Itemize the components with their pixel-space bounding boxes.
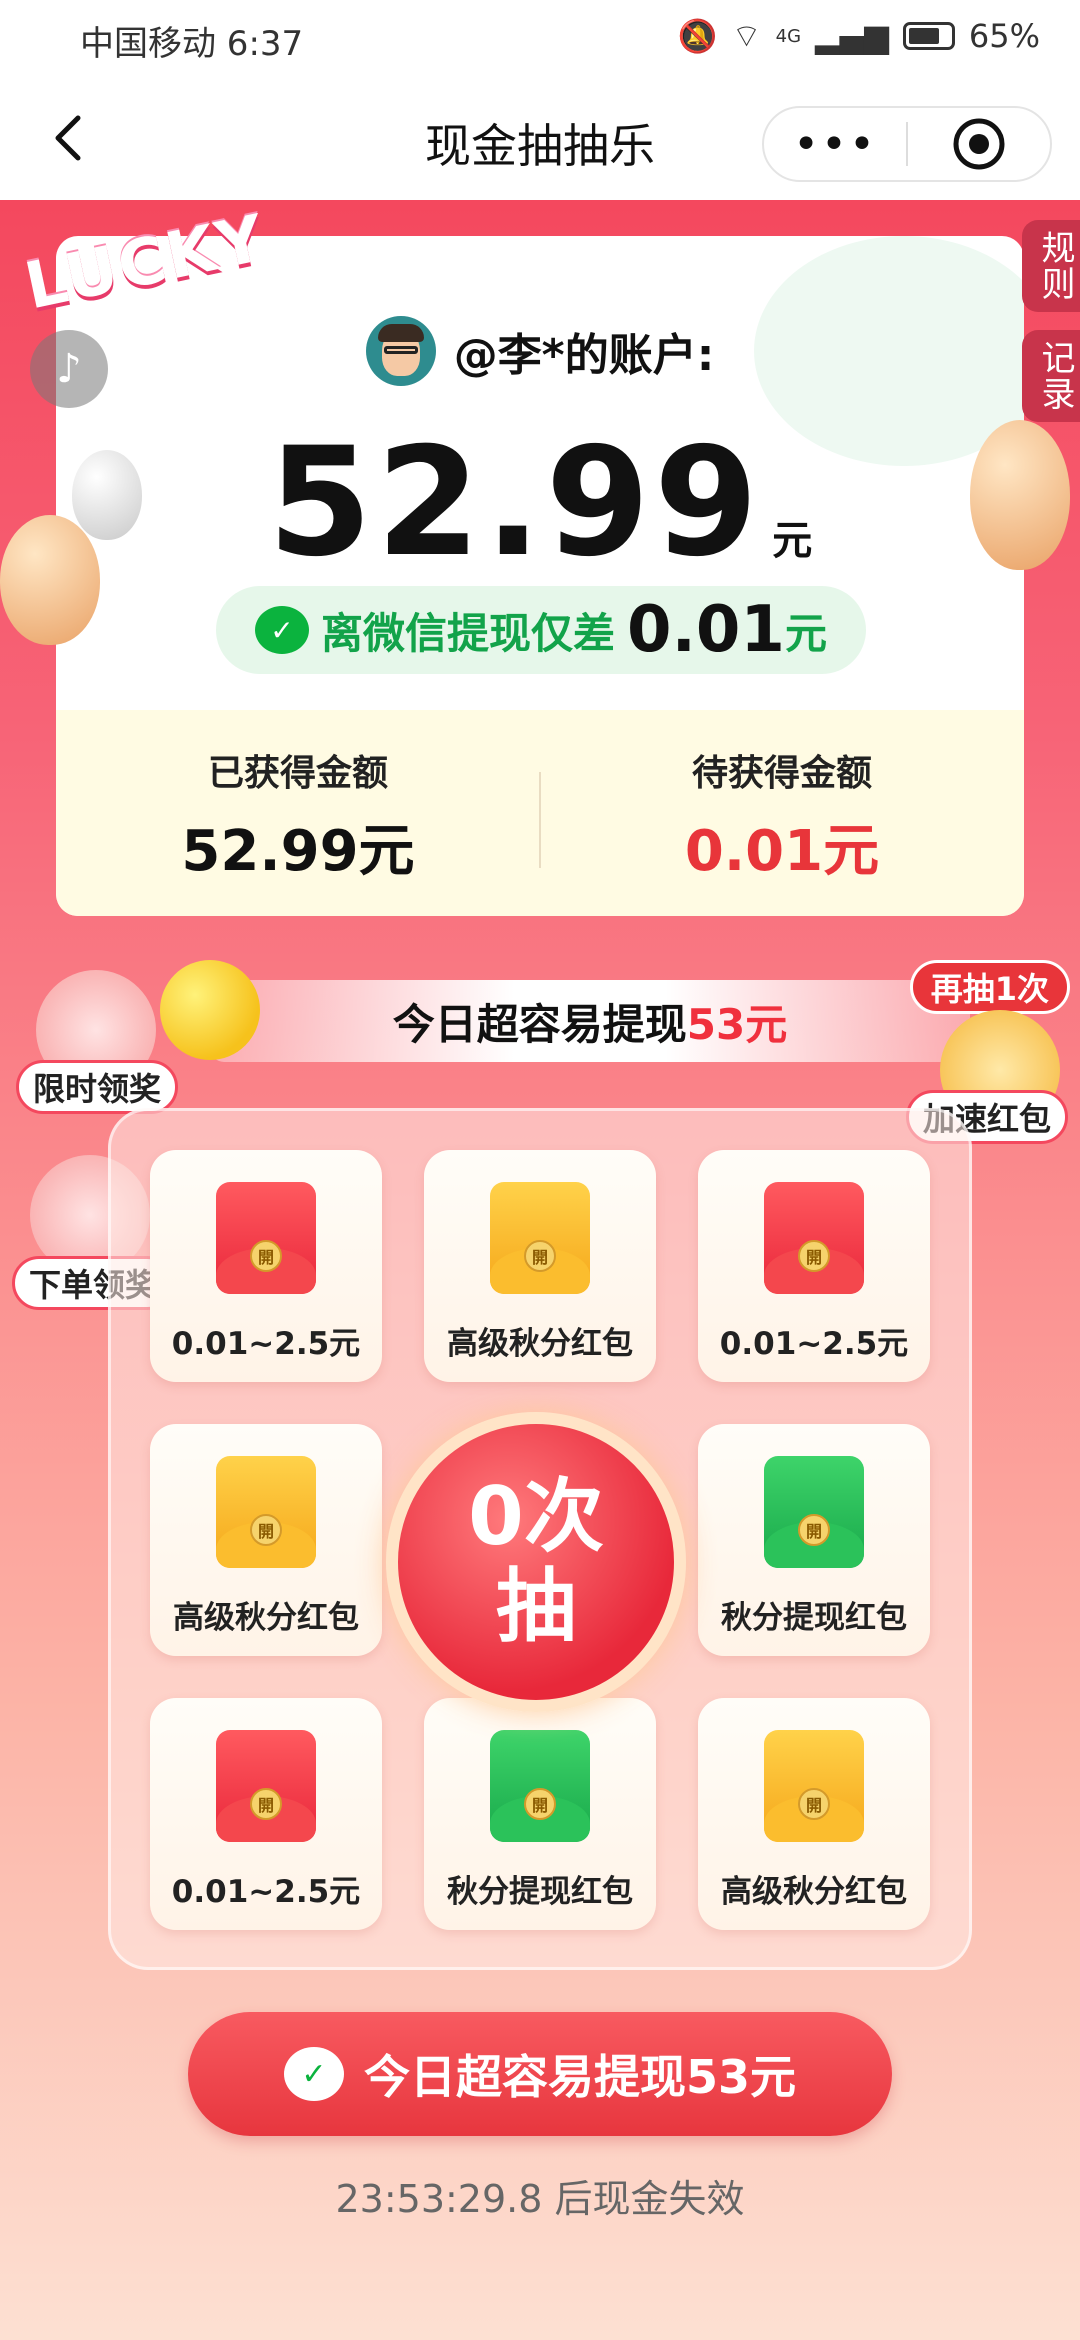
gap-value: 0.01 bbox=[627, 593, 785, 667]
music-note-icon[interactable]: ♪ bbox=[30, 330, 108, 408]
main-area: @李*的账户: 52.99 元 ✓ 离微信提现仅差 0.01 元 已获得金额 52… bbox=[0, 200, 1080, 2340]
gold-envelope-icon: 開 bbox=[216, 1456, 316, 1568]
signal-label: 4G bbox=[775, 25, 802, 47]
balance-unit: 元 bbox=[772, 518, 813, 564]
prize-cell[interactable]: 開 秋分提现红包 bbox=[698, 1424, 930, 1656]
draw-button[interactable]: 0次 抽 bbox=[386, 1412, 686, 1712]
battery-icon bbox=[902, 22, 955, 50]
red-envelope-icon: 開 bbox=[764, 1182, 864, 1294]
prize-cell[interactable]: 開 0.01~2.5元 bbox=[698, 1150, 930, 1382]
records-tab[interactable]: 记录 bbox=[1022, 330, 1080, 422]
banner-text: 今日超容易提现53元 bbox=[392, 999, 788, 1049]
red-envelope-icon: 開 bbox=[216, 1730, 316, 1842]
countdown-text: 23:53:29.8 后现金失效 bbox=[335, 2177, 745, 2221]
status-bar: 中国移动 6:37 🔕 ⌔ 4G ▂▄▆ 65% bbox=[0, 0, 1080, 76]
battery-percent: 65% bbox=[968, 17, 1040, 55]
withdraw-gap-pill: ✓ 离微信提现仅差 0.01 元 bbox=[216, 586, 866, 674]
wechat-icon: ✓ bbox=[255, 606, 310, 654]
prize-label: 高级秋分红包 bbox=[173, 1600, 359, 1636]
mini-program-capsule: ••• bbox=[762, 106, 1052, 182]
balloon-icon bbox=[72, 450, 142, 540]
withdraw-button[interactable]: ✓ 今日超容易提现53元 bbox=[188, 2012, 892, 2136]
wechat-icon: ✓ bbox=[283, 2047, 344, 2101]
draw-count: 0次 bbox=[468, 1470, 604, 1563]
balloon-icon bbox=[970, 420, 1070, 570]
prize-cell[interactable]: 開 高级秋分红包 bbox=[150, 1424, 382, 1656]
gap-prefix: 离微信提现仅差 bbox=[321, 608, 616, 658]
party-emoji-icon bbox=[160, 960, 260, 1060]
more-button[interactable]: ••• bbox=[764, 119, 906, 170]
prize-label: 高级秋分红包 bbox=[447, 1326, 633, 1362]
nav-bar: 现金抽抽乐 ••• bbox=[0, 76, 1080, 200]
avatar bbox=[365, 316, 436, 386]
withdraw-label: 今日超容易提现53元 bbox=[363, 2050, 796, 2104]
prize-label: 高级秋分红包 bbox=[721, 1874, 907, 1910]
limited-reward-button[interactable]: 限时领奖 bbox=[16, 1060, 179, 1114]
prize-label: 0.01~2.5元 bbox=[719, 1326, 909, 1362]
prize-cell[interactable]: 開 秋分提现红包 bbox=[424, 1698, 656, 1930]
pending-stat: 待获得金额 0.01元 bbox=[540, 710, 1024, 916]
prize-label: 秋分提现红包 bbox=[721, 1600, 907, 1636]
balance-amount: 52.99 bbox=[267, 416, 763, 590]
account-row: @李*的账户: bbox=[56, 316, 1024, 386]
prize-cell[interactable]: 開 0.01~2.5元 bbox=[150, 1150, 382, 1382]
close-button[interactable] bbox=[908, 116, 1050, 172]
promo-banner: 今日超容易提现53元 bbox=[210, 980, 970, 1062]
gold-envelope-icon: 開 bbox=[490, 1182, 590, 1294]
prize-cell[interactable]: 開 高级秋分红包 bbox=[424, 1150, 656, 1382]
balance: 52.99 元 bbox=[56, 416, 1024, 590]
earned-stat: 已获得金额 52.99元 bbox=[56, 710, 540, 916]
green-envelope-icon: 開 bbox=[764, 1456, 864, 1568]
status-icons: 🔕 ⌔ 4G ▂▄▆ 65% bbox=[678, 16, 1040, 56]
prize-label: 0.01~2.5元 bbox=[171, 1326, 361, 1362]
red-envelope-icon: 開 bbox=[216, 1182, 316, 1294]
account-name: @李*的账户: bbox=[453, 330, 715, 381]
green-envelope-icon: 開 bbox=[490, 1730, 590, 1842]
pending-label: 待获得金额 bbox=[691, 753, 872, 794]
wifi-icon: ⌔ bbox=[731, 17, 762, 55]
carrier-time: 中国移动 6:37 bbox=[80, 24, 304, 64]
draw-again-tag[interactable]: 再抽1次 bbox=[909, 960, 1070, 1014]
account-card: @李*的账户: 52.99 元 ✓ 离微信提现仅差 0.01 元 已获得金额 52… bbox=[56, 236, 1024, 916]
earned-label: 已获得金额 bbox=[207, 753, 388, 794]
prize-label: 秋分提现红包 bbox=[447, 1874, 633, 1910]
gap-unit: 元 bbox=[784, 608, 827, 658]
signal-icon: ▂▄▆ bbox=[815, 17, 889, 55]
prize-cell[interactable]: 開 0.01~2.5元 bbox=[150, 1698, 382, 1930]
balloon-icon bbox=[0, 515, 100, 645]
draw-action: 抽 bbox=[496, 1560, 576, 1653]
rules-tab[interactable]: 规则 bbox=[1022, 220, 1080, 312]
target-icon bbox=[953, 118, 1005, 170]
mute-icon: 🔕 bbox=[677, 17, 718, 55]
earned-value: 52.99元 bbox=[181, 819, 415, 884]
pending-value: 0.01元 bbox=[684, 819, 880, 884]
prize-label: 0.01~2.5元 bbox=[171, 1874, 361, 1910]
gold-envelope-icon: 開 bbox=[764, 1730, 864, 1842]
prize-cell[interactable]: 開 高级秋分红包 bbox=[698, 1698, 930, 1930]
